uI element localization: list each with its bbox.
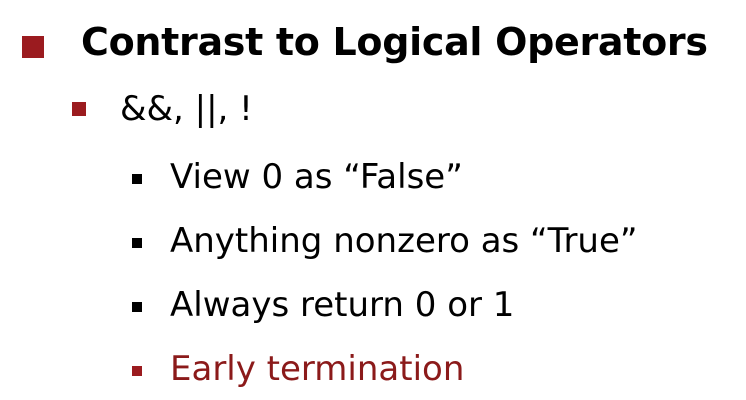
bullet-point-return-values: Always return 0 or 1 xyxy=(170,285,515,325)
square-bullet-icon xyxy=(132,238,142,248)
subheading-operators: &&, ||, ! xyxy=(120,89,253,129)
bullet-point-early-termination: Early termination xyxy=(170,349,465,389)
slide: Contrast to Logical Operators &&, ||, ! … xyxy=(0,0,746,400)
square-bullet-icon xyxy=(132,366,142,376)
square-bullet-icon xyxy=(132,302,142,312)
bullet-point-nonzero-true: Anything nonzero as “True” xyxy=(170,221,638,261)
square-bullet-icon xyxy=(132,174,142,184)
square-bullet-icon xyxy=(22,36,44,58)
bullet-point-zero-false: View 0 as “False” xyxy=(170,157,463,197)
slide-heading: Contrast to Logical Operators xyxy=(81,20,708,64)
square-bullet-icon xyxy=(72,102,86,116)
